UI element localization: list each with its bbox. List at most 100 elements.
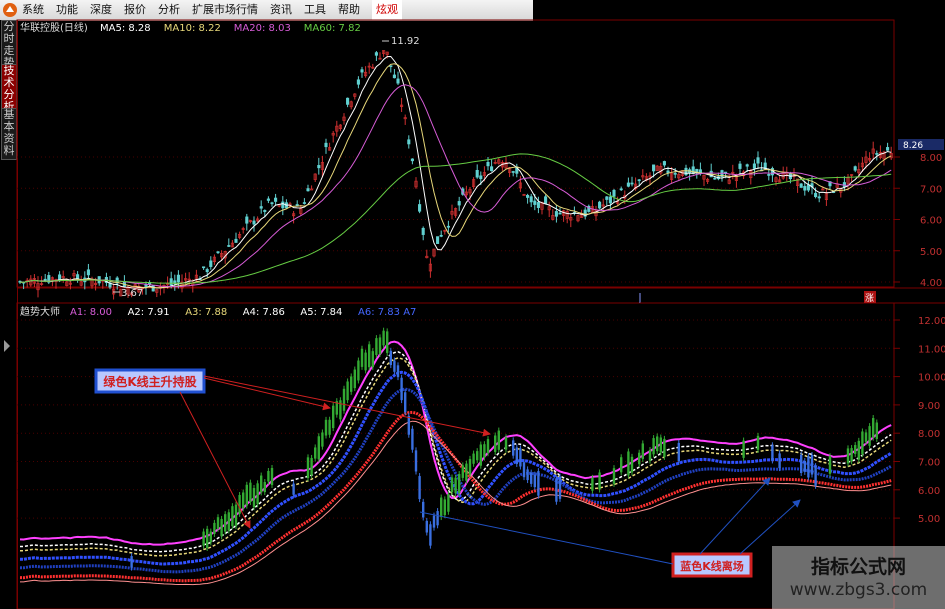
candle-body (713, 177, 717, 180)
signal-candle (321, 432, 324, 447)
legend-item-0: A1: 8.00 (70, 307, 112, 318)
signal-candle (875, 422, 878, 439)
candle-body (666, 170, 670, 173)
candle-body (396, 78, 400, 84)
signal-candle (414, 450, 418, 472)
candle-body (605, 196, 609, 200)
signal-candle (598, 472, 601, 490)
signal-candle (648, 450, 652, 461)
upper-title: 华联控股(日线) (20, 21, 88, 34)
signal-candle (202, 531, 205, 546)
signal-candle (425, 520, 428, 533)
signal-candle (512, 440, 515, 456)
candle-body (799, 183, 803, 188)
candle-body (234, 238, 238, 243)
candle-body (738, 163, 742, 169)
candle-body (274, 197, 278, 202)
signal-candle (332, 405, 335, 429)
signal-candle (292, 483, 295, 495)
candle-body (533, 200, 537, 205)
signal-candle (206, 528, 209, 548)
candle-body (281, 201, 285, 209)
candle-body (324, 142, 328, 148)
signal-candle (555, 478, 558, 502)
candle-body (756, 157, 760, 164)
candle-body (479, 175, 483, 180)
signal-candle (486, 439, 490, 454)
watermark-url: www.zbgs3.com (789, 580, 928, 600)
upper-tick-label-4: 4.00 (920, 278, 942, 289)
signal-candle (530, 472, 533, 484)
lower-title: 趋势大师 (20, 305, 60, 318)
candle-body (302, 202, 306, 204)
arrow-to-green-1 (203, 377, 331, 411)
candle-body (875, 153, 879, 155)
signal-candle (375, 338, 378, 356)
candle-body (767, 174, 771, 176)
candle-body (554, 211, 558, 217)
candle-body (536, 202, 540, 208)
signal-candle (504, 437, 508, 450)
candle-body (259, 206, 263, 209)
signal-candle (238, 495, 241, 514)
lower-tick-label-3: 9.00 (918, 401, 940, 412)
signal-candle (850, 448, 853, 462)
watermark-title: 指标公式网 (810, 556, 906, 578)
candle-body (176, 274, 180, 283)
candle-body (360, 69, 364, 73)
candle-body (558, 212, 562, 215)
legend-item-3: MA60: 7.82 (304, 23, 361, 34)
upper-legend: MA5: 8.28 MA10: 8.22 MA20: 8.03 MA60: 7.82 (100, 23, 361, 34)
lower-tick-label-1: 11.00 (918, 344, 945, 355)
candle-body (695, 168, 699, 173)
signal-candle (641, 443, 644, 460)
candle-body (619, 188, 623, 191)
signal-candle (864, 432, 868, 442)
signal-candle (828, 456, 832, 474)
signal-candle (854, 445, 857, 454)
signal-candle (497, 430, 500, 450)
candle-body (612, 189, 616, 197)
signal-candle (242, 492, 245, 509)
upper-tick-label-0: 8.00 (920, 153, 942, 164)
signal-candle (447, 494, 450, 512)
signal-candle (846, 448, 850, 464)
signal-candle (378, 337, 382, 354)
signal-candle (519, 448, 522, 467)
high-label: 11.92 (391, 36, 420, 47)
signal-candle (328, 419, 331, 435)
signal-candle (220, 518, 223, 537)
signal-candle (245, 484, 248, 506)
signal-candle (810, 454, 814, 475)
signal-candle (612, 468, 616, 484)
candle-body (209, 260, 213, 267)
candle-body (752, 163, 756, 169)
chart-canvas: 8.00 7.00 6.00 5.00 4.00 12.00 11.00 10.00 9.00… (16, 19, 945, 609)
lower-tick-label-5: 7.00 (918, 458, 940, 469)
signal-candle (382, 330, 385, 346)
signal-candle (814, 466, 817, 486)
candle-body (205, 269, 209, 273)
candle-body (356, 79, 360, 85)
signal-candle (371, 351, 374, 368)
candle-body (630, 182, 634, 185)
signal-candle (591, 477, 594, 491)
signal-candle (515, 447, 518, 464)
candle-body (803, 186, 807, 191)
signal-candle (652, 438, 655, 455)
candle-body (317, 165, 321, 169)
signal-candle (522, 462, 526, 478)
signal-candle (263, 482, 266, 493)
signal-candle (436, 511, 439, 526)
candle-body (652, 164, 656, 172)
signal-candle (465, 463, 468, 481)
signal-candle (314, 447, 317, 459)
upper-tick-label-1: 7.00 (920, 184, 942, 195)
candle-body (544, 196, 548, 204)
signal-candle (249, 482, 252, 502)
upper-price-axis: 8.00 7.00 6.00 5.00 4.00 (893, 20, 942, 289)
signal-candle (213, 522, 216, 534)
signal-candle (461, 465, 464, 478)
signal-candle (468, 458, 472, 475)
signal-candle (260, 475, 263, 493)
